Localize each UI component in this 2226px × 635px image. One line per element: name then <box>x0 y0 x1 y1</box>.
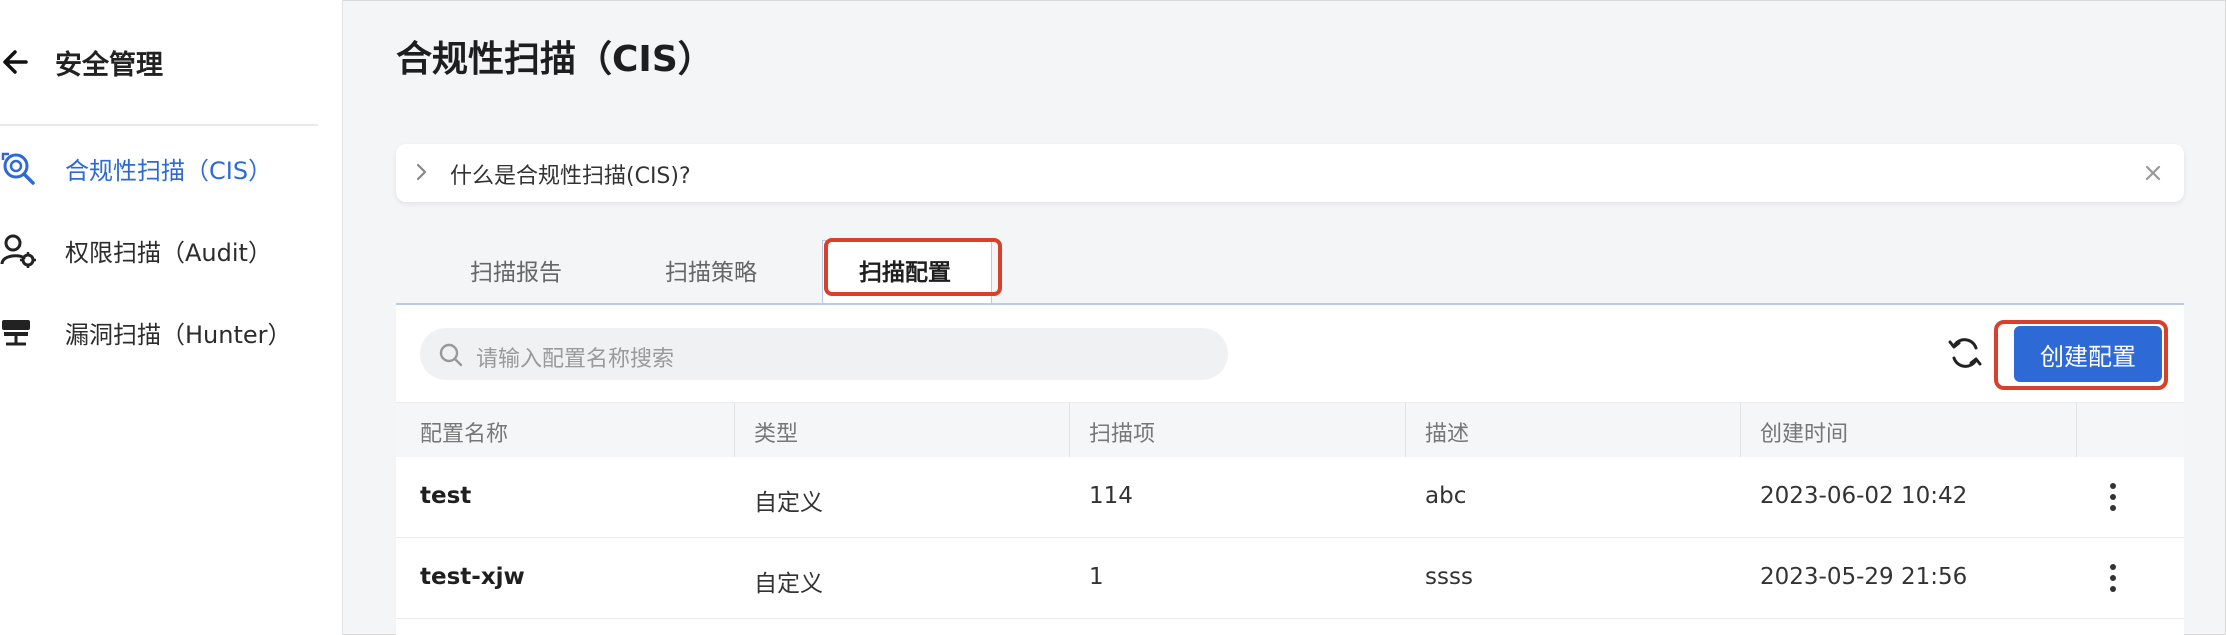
column-header-name: 配置名称 <box>420 422 509 447</box>
column-separator <box>1069 403 1070 458</box>
table-row[interactable]: test-xjw 自定义 1 ssss 2023-05-29 21:56 <box>396 538 2184 619</box>
table-header: 配置名称 类型 扫描项 描述 创建时间 <box>396 402 2184 459</box>
table-row[interactable]: test 自定义 114 abc 2023-06-02 10:42 <box>396 457 2184 538</box>
refresh-icon[interactable] <box>1946 334 1984 372</box>
sidebar-item-label: 合规性扫描（CIS） <box>65 157 273 185</box>
cell-desc: ssss <box>1425 564 1473 590</box>
cell-desc: abc <box>1425 483 1467 509</box>
cell-type: 自定义 <box>754 490 823 516</box>
sidebar-divider <box>0 124 318 126</box>
column-separator <box>2076 403 2077 458</box>
user-gear-icon <box>0 234 36 268</box>
column-header-desc: 描述 <box>1425 422 1470 447</box>
highlight-box-tab <box>824 238 1002 296</box>
scan-magnifier-icon <box>1 152 35 185</box>
cell-items: 1 <box>1089 564 1104 590</box>
cell-created: 2023-06-02 10:42 <box>1760 483 1968 509</box>
search-input[interactable]: 请输入配置名称搜索 <box>420 328 1228 380</box>
tab-scan-policy[interactable]: 扫描策略 <box>665 253 757 287</box>
sidebar-item-cis[interactable]: 合规性扫描（CIS） <box>0 138 330 194</box>
cell-created: 2023-05-29 21:56 <box>1760 564 1968 590</box>
cell-type: 自定义 <box>754 571 823 597</box>
cell-name[interactable]: test-xjw <box>420 564 525 590</box>
highlight-box-create <box>1994 320 2168 390</box>
help-text: 什么是合规性扫描(CIS)? <box>450 164 691 189</box>
help-collapse[interactable]: 什么是合规性扫描(CIS)? <box>396 144 2184 202</box>
sidebar-item-label: 权限扫描（Audit） <box>65 239 272 267</box>
sidebar-item-audit[interactable]: 权限扫描（Audit） <box>0 220 330 276</box>
server-stack-icon <box>2 320 30 346</box>
chevron-right-icon <box>416 163 427 181</box>
tab-scan-report[interactable]: 扫描报告 <box>470 253 562 287</box>
sidebar-item-hunter[interactable]: 漏洞扫描（Hunter） <box>0 302 330 358</box>
column-separator <box>734 403 735 458</box>
more-actions-icon[interactable] <box>2107 479 2119 515</box>
cell-items: 114 <box>1089 483 1133 509</box>
page-title: 合规性扫描（CIS） <box>396 39 714 80</box>
column-header-items: 扫描项 <box>1089 422 1156 447</box>
column-header-created: 创建时间 <box>1760 422 1849 447</box>
search-placeholder: 请输入配置名称搜索 <box>476 347 675 372</box>
column-header-type: 类型 <box>754 422 799 447</box>
close-icon[interactable] <box>2140 160 2166 186</box>
cell-name[interactable]: test <box>420 483 471 509</box>
sidebar: 安全管理 合规性扫描（CIS） 权限扫描（Audit） 漏洞扫描（Hunter） <box>0 0 343 635</box>
more-actions-icon[interactable] <box>2107 560 2119 596</box>
sidebar-item-label: 漏洞扫描（Hunter） <box>65 321 292 349</box>
sidebar-title: 安全管理 <box>55 50 163 81</box>
column-separator <box>1405 403 1406 458</box>
search-icon <box>439 343 463 367</box>
column-separator <box>1740 403 1741 458</box>
arrow-left-icon[interactable] <box>0 44 32 80</box>
